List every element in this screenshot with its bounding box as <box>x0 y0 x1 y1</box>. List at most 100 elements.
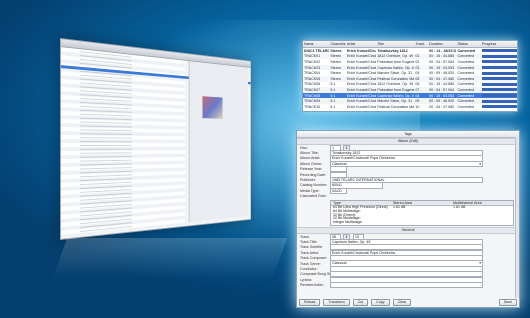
cell-track: 02 <box>415 59 420 64</box>
field-input[interactable]: SACD <box>330 187 347 194</box>
cell-progress <box>481 77 517 81</box>
cell-artist: Erich Kunzel/Cinci <box>347 48 377 53</box>
progress-bar <box>481 60 517 64</box>
field-label: Track Title: <box>300 239 318 244</box>
tag-editor-panel: Tags Album (Edit) Disc: 1 ⇕ Album Title:… <box>296 130 520 308</box>
field-label: Remixer/Artist: <box>300 283 324 288</box>
column-header-track[interactable]: Track <box>414 42 428 46</box>
track-list-panel: Name Channels Artist Title Track Duratio… <box>302 40 518 112</box>
cell-duration: 00 : 04 : 57.064 <box>429 87 455 92</box>
cell-title: 1812 Overture, Op. 49 <box>377 54 414 59</box>
cell-artist: Erich Kunzel/Cinci <box>347 65 377 70</box>
cell-status: Converted <box>457 82 475 87</box>
editor-button-bar: Reload Transform Cut Copy Clear Save <box>299 299 517 306</box>
cell-title: Capriccio Italien, Op. 45 <box>377 93 415 98</box>
calc-cell: Integer Multistage: <box>333 220 363 225</box>
cell-progress <box>481 66 517 70</box>
cell-channels: 5.1 <box>330 82 336 87</box>
cell-track: 08 <box>415 93 420 98</box>
transform-button[interactable]: Transform <box>323 299 350 306</box>
calculated-gain-row: Calculated Gain: <box>297 194 519 199</box>
field-label: Track Composer: <box>300 256 328 261</box>
cell-channels: Stereo <box>330 71 341 76</box>
cell-track: 06 <box>415 82 420 87</box>
column-header-name[interactable]: Name <box>303 42 329 46</box>
cell-title: Marche Slave, Op. 31 <box>377 71 413 76</box>
cell-duration: 00 : 15 : 03.053 <box>429 65 455 70</box>
calc-row: Integer Multistage: <box>331 220 513 225</box>
field-dropdown[interactable]: Classical <box>330 160 483 167</box>
cell-progress <box>481 82 517 86</box>
cell-status: Converted <box>457 87 475 92</box>
column-header-duration[interactable]: Duration <box>428 42 456 46</box>
cut-button[interactable]: Cut <box>352 299 369 306</box>
field-label: Recording Date: <box>300 172 326 177</box>
cell-duration: 00 : 15 : 03.053 <box>429 93 455 98</box>
column-header-status[interactable]: Status <box>456 42 480 46</box>
cell-artist: Erich Kunzel/Cinci <box>347 82 377 87</box>
save-button[interactable]: Save <box>498 299 517 306</box>
column-header-artist[interactable]: Artist <box>346 42 376 46</box>
field-label: Lyricist: <box>300 277 313 282</box>
progress-bar <box>481 71 517 75</box>
column-header-channels[interactable]: Channels <box>329 42 346 46</box>
cell-title: Tchaikovsky 1812 <box>377 48 408 53</box>
progress-bar <box>481 66 517 70</box>
cell-name: TRACK08 <box>304 93 321 98</box>
cell-title: Polonaise from Eugene <box>377 87 415 92</box>
cell-duration: 00 : 04 : 57.064 <box>429 59 455 64</box>
cell-name: TRACK06 <box>304 82 321 87</box>
cell-artist: Erich Kunzel/Cinci <box>347 59 377 64</box>
cell-channels: Stereo <box>330 65 341 70</box>
tag-editor-title: Tags <box>297 131 519 138</box>
cell-channels: 5.1 <box>330 104 336 109</box>
cell-duration: 00 : 09 : 46.520 <box>429 71 455 76</box>
cell-artist: Erich Kunzel/Cinci <box>347 54 377 59</box>
cell-duration: 00 : 09 : 46.520 <box>429 99 455 104</box>
cell-name: TRACK10 <box>304 104 321 109</box>
cell-artist: Erich Kunzel/Cinci <box>347 76 377 81</box>
cell-duration: 00 : 15 : 44.885 <box>429 54 455 59</box>
column-header-progress[interactable]: Progress <box>481 42 517 46</box>
calc-cell <box>453 221 513 225</box>
cell-name: DISC1 TELARC INT <box>304 48 330 53</box>
clear-button[interactable]: Clear <box>392 299 412 306</box>
table-row[interactable]: TRACK10 5.1 Erich Kunzel/Cinci Festival Cor… <box>303 104 517 110</box>
progress-bar <box>481 105 517 109</box>
cell-channels: Stereo <box>330 76 341 81</box>
field-input[interactable] <box>330 282 483 289</box>
copy-button[interactable]: Copy <box>371 299 390 306</box>
cell-name: TRACK05 <box>304 76 321 81</box>
editor-scrollbar[interactable] <box>515 137 519 298</box>
calc-table-body: 64 Bit Ultra High Precision (Direct) 1.81… <box>331 205 513 225</box>
cell-progress <box>481 105 517 109</box>
cell-artist: Erich Kunzel/Cinci <box>347 87 377 92</box>
cell-status: Converted <box>457 71 475 76</box>
cell-channels: 5.1 <box>330 87 336 92</box>
track-list-header: Name Channels Artist Title Track Duratio… <box>303 41 517 48</box>
cell-status: Converted <box>457 59 475 64</box>
cell-progress <box>481 60 517 64</box>
cell-track: 03 <box>415 65 420 70</box>
cell-status: Converted <box>457 99 475 104</box>
cell-channels: 5.1 <box>330 99 336 104</box>
properties-panel <box>188 61 249 223</box>
field-label: Composer/Song Writer: <box>300 272 330 277</box>
field-label: Catalog Number: <box>300 183 328 188</box>
cell-duration: 00 : 04 : 47.080 <box>429 104 455 109</box>
calculated-gain-label: Calculated Gain: <box>300 194 327 199</box>
cell-progress <box>481 71 517 75</box>
progress-bar <box>481 49 517 53</box>
cell-channels: Stereo <box>330 48 342 53</box>
cell-track: 07 <box>415 87 420 92</box>
cell-progress <box>481 49 517 53</box>
reload-button[interactable]: Reload <box>299 299 321 306</box>
column-header-title[interactable]: Title <box>376 42 414 46</box>
cell-channels: 5.1 <box>330 93 336 98</box>
cell-artist: Erich Kunzel/Cinci <box>347 71 377 76</box>
cell-name: TRACK04 <box>304 71 321 76</box>
field-label: Conductor: <box>300 266 318 271</box>
window-reflection <box>52 238 288 278</box>
cell-title: Festival Coronation March <box>377 104 415 109</box>
cell-status: Converted <box>457 76 475 81</box>
